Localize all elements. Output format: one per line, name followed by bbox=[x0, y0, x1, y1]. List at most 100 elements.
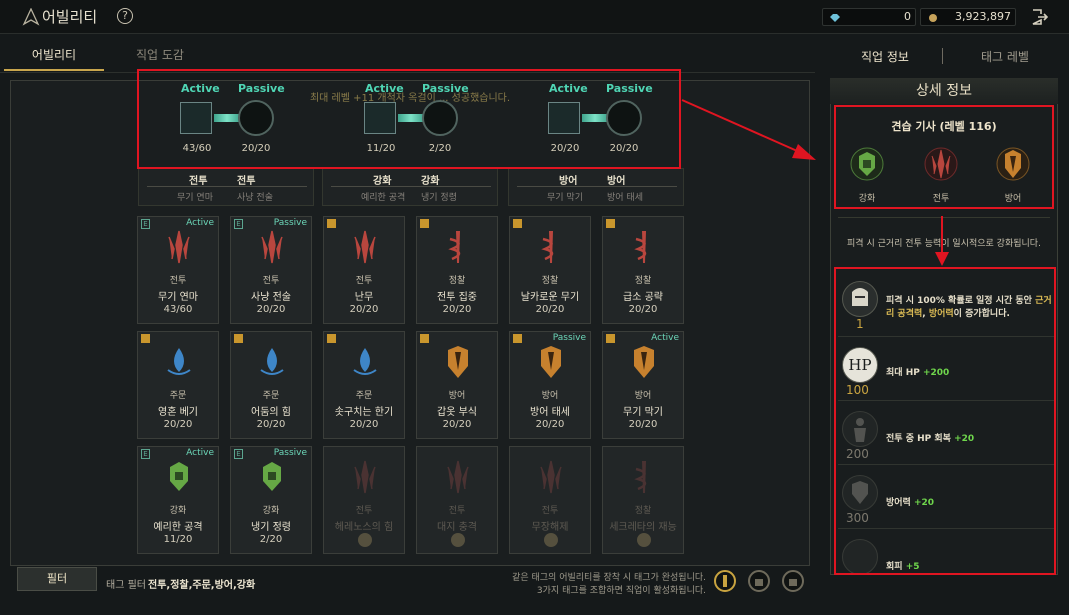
ability-icon bbox=[448, 346, 468, 378]
exit-icon[interactable] bbox=[1030, 8, 1048, 26]
effect-level: 1 bbox=[856, 317, 864, 331]
ability-card[interactable]: 전투 헤레노스의 힘 bbox=[323, 446, 405, 554]
filter-button[interactable]: 필터 bbox=[17, 567, 97, 591]
effect-level: 100 bbox=[846, 383, 869, 397]
card-tag: 주문 bbox=[262, 391, 280, 401]
upgrade-mark bbox=[513, 219, 522, 228]
help-icon[interactable]: ? bbox=[117, 8, 133, 24]
arrow-to-effects bbox=[935, 216, 949, 266]
tag-note-1: 같은 태그의 어빌리티를 장착 시 태그가 완성됩니다. bbox=[512, 573, 706, 583]
ability-card[interactable]: 주문 영혼 베기 20/20 bbox=[137, 331, 219, 439]
ability-card[interactable]: 정찰 세크레타의 재능 bbox=[602, 446, 684, 554]
regen-icon bbox=[842, 411, 878, 447]
ability-card[interactable]: 정찰 전투 집중 20/20 bbox=[416, 216, 498, 324]
ability-card[interactable]: E Passive 강화 냉기 정령 2/20 bbox=[230, 446, 312, 554]
effect-text: 최대 HP +200 bbox=[886, 368, 950, 378]
card-tag: 정찰 bbox=[634, 276, 652, 286]
card-level: 43/60 bbox=[163, 304, 193, 315]
card-name: 솟구치는 한기 bbox=[334, 407, 394, 418]
ability-card[interactable]: 전투 대지 충격 bbox=[416, 446, 498, 554]
ability-card[interactable]: E Active 전투 무기 연마 43/60 bbox=[137, 216, 219, 324]
ability-icon bbox=[261, 230, 283, 264]
card-slot-badge: Passive bbox=[273, 448, 307, 458]
effect-text: 전투 중 HP 회복 +20 bbox=[886, 434, 975, 444]
lock-icon bbox=[748, 570, 770, 592]
card-name: 갑옷 부식 bbox=[437, 407, 477, 418]
card-tag: 강화 bbox=[262, 506, 280, 516]
tab-class-book[interactable]: 직업 도감 bbox=[110, 44, 210, 66]
card-slot-badge: Passive bbox=[273, 218, 307, 228]
ability-card[interactable]: 방어 갑옷 부식 20/20 bbox=[416, 331, 498, 439]
card-level: 20/20 bbox=[349, 419, 379, 430]
card-tag: 정찰 bbox=[448, 276, 466, 286]
ability-icon bbox=[260, 348, 284, 375]
lock-icon bbox=[451, 533, 465, 547]
upgrade-mark bbox=[141, 334, 150, 343]
tab-class-info[interactable]: 직업 정보 bbox=[835, 48, 935, 65]
card-name: 무기 연마 bbox=[158, 292, 198, 303]
card-level: 11/20 bbox=[163, 534, 193, 545]
page-title: 어빌리티 bbox=[42, 8, 98, 26]
upgrade-mark bbox=[606, 334, 615, 343]
card-name: 전투 집중 bbox=[437, 292, 477, 303]
equipped-mark: E bbox=[141, 449, 150, 459]
effect-text: 회피 +5 bbox=[886, 562, 920, 572]
ability-icon bbox=[634, 461, 647, 493]
gold-count: 3,923,897 bbox=[955, 10, 1011, 23]
ability-card[interactable]: E Active 강화 예리한 공격 11/20 bbox=[137, 446, 219, 554]
card-level: 20/20 bbox=[256, 304, 286, 315]
ability-icon bbox=[263, 462, 281, 491]
tab-tag-level[interactable]: 태그 레벨 bbox=[955, 48, 1055, 65]
ability-card[interactable]: E Passive 전투 사냥 전술 20/20 bbox=[230, 216, 312, 324]
card-tag: 전투 bbox=[355, 276, 373, 286]
slot-tag: 강화 bbox=[373, 176, 392, 187]
card-name: 영혼 베기 bbox=[158, 407, 198, 418]
effect-row: HP 100 최대 HP +200 bbox=[838, 339, 1054, 401]
slot-ability-name: 무기 막기 bbox=[547, 193, 583, 203]
arrow-to-class bbox=[681, 99, 816, 160]
hp-icon: HP bbox=[842, 347, 878, 383]
lock-icon bbox=[637, 533, 651, 547]
detail-heading: 상세 정보 bbox=[830, 78, 1058, 104]
reinforce-class-icon bbox=[850, 147, 884, 181]
effect-row: 1 피격 시 100% 확률로 일정 시간 동안 근거리 공격력, 방어력이 증… bbox=[838, 273, 1054, 337]
slot-tag-box: 강화 강화 예리한 공격 냉기 정령 bbox=[322, 168, 498, 206]
lock-icon bbox=[782, 570, 804, 592]
ability-card[interactable]: Passive 방어 방어 태세 20/20 bbox=[509, 331, 591, 439]
ability-icon bbox=[540, 460, 562, 494]
ability-card[interactable]: 주문 어둠의 힘 20/20 bbox=[230, 331, 312, 439]
slot-tag: 전투 bbox=[189, 176, 208, 187]
tab-ability[interactable]: 어빌리티 bbox=[4, 44, 104, 71]
ability-card[interactable]: 주문 솟구치는 한기 20/20 bbox=[323, 331, 405, 439]
tag-slot-icon bbox=[714, 570, 736, 592]
coin-icon bbox=[929, 14, 937, 22]
upgrade-mark bbox=[513, 334, 522, 343]
lock-icon bbox=[544, 533, 558, 547]
card-tag: 방어 bbox=[634, 391, 652, 401]
ability-card[interactable]: 정찰 날카로운 무기 20/20 bbox=[509, 216, 591, 324]
effect-text: 피격 시 100% 확률로 일정 시간 동안 근거리 공격력, 방어력이 증가합… bbox=[886, 296, 1052, 319]
card-level: 20/20 bbox=[349, 304, 379, 315]
card-tag: 전투 bbox=[448, 506, 466, 516]
upgrade-mark bbox=[420, 219, 429, 228]
slot-ability-name: 무기 연마 bbox=[177, 193, 213, 203]
effect-row: 200 전투 중 HP 회복 +20 bbox=[838, 403, 1054, 465]
tab-separator bbox=[942, 48, 943, 64]
slot-tag: 전투 bbox=[237, 176, 256, 187]
class-name: 견습 기사 (레벨 116) bbox=[891, 120, 997, 133]
ability-card[interactable]: Active 방어 무기 막기 20/20 bbox=[602, 331, 684, 439]
card-slot-badge: Active bbox=[186, 448, 214, 458]
card-tag: 전투 bbox=[541, 506, 559, 516]
card-level: 20/20 bbox=[535, 419, 565, 430]
ability-card[interactable]: 정찰 급소 공략 20/20 bbox=[602, 216, 684, 324]
tag-filter-value[interactable]: 전투,정찰,주문,방어,강화 bbox=[148, 576, 255, 591]
gem-icon bbox=[830, 14, 840, 22]
ability-icon bbox=[354, 460, 376, 494]
card-name: 헤레노스의 힘 bbox=[334, 522, 394, 533]
ability-card[interactable]: 전투 난무 20/20 bbox=[323, 216, 405, 324]
ability-card[interactable]: 전투 무장해제 bbox=[509, 446, 591, 554]
gem-count: 0 bbox=[904, 10, 911, 23]
currency-gem: 0 bbox=[822, 8, 916, 26]
upgrade-mark bbox=[234, 334, 243, 343]
class-icon-label: 방어 bbox=[1004, 194, 1022, 204]
